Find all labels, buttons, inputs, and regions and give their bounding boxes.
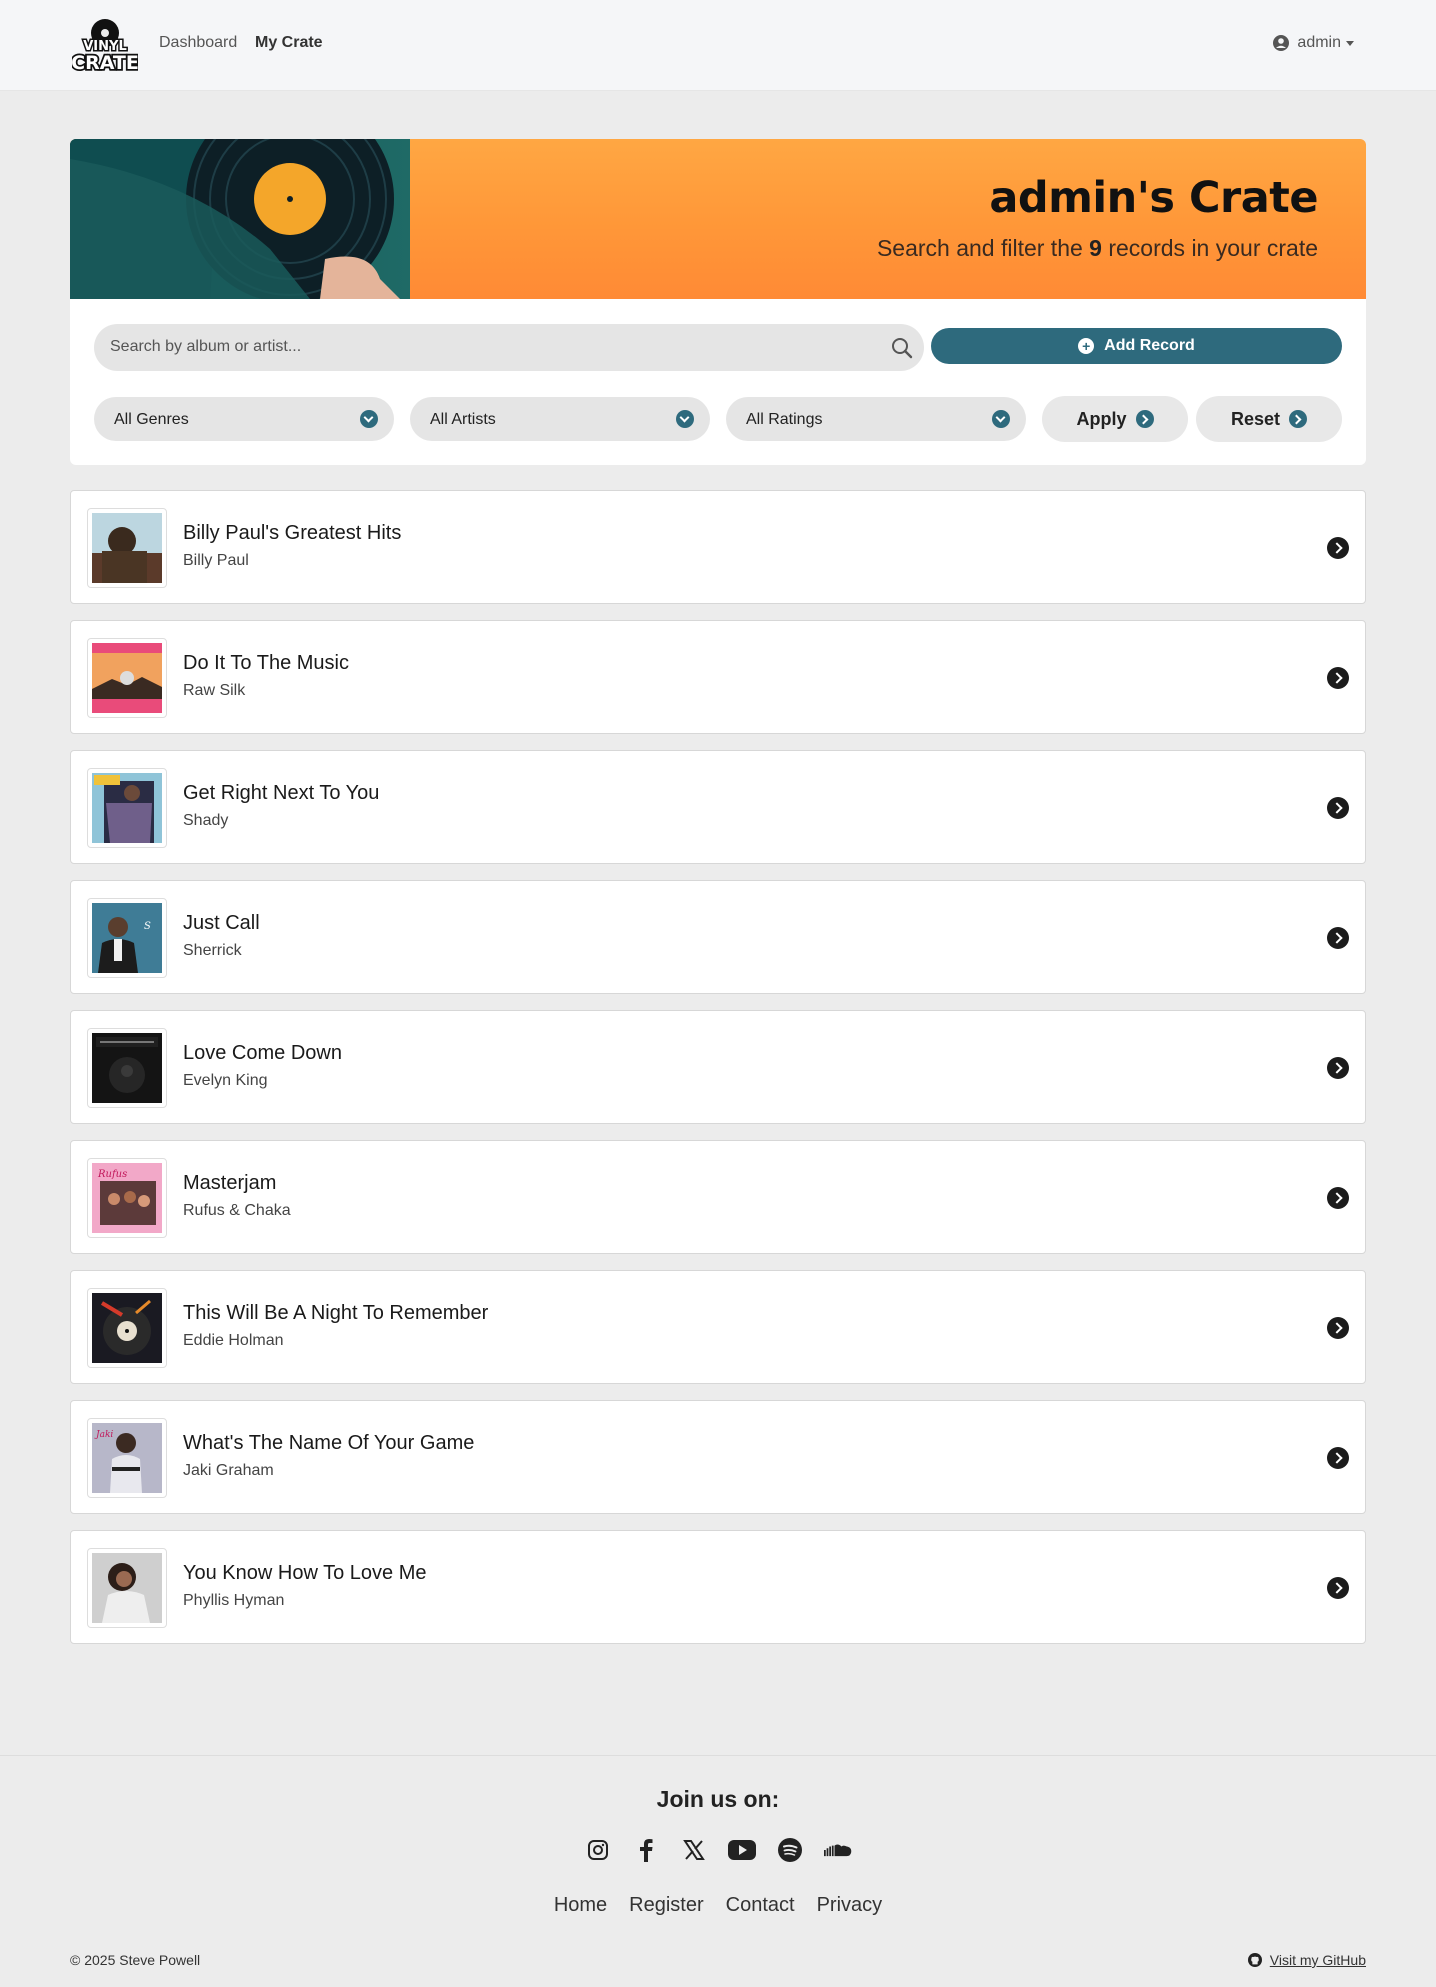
search-placeholder: Search by album or artist... bbox=[110, 338, 302, 355]
record-title[interactable]: Get Right Next To You bbox=[183, 782, 379, 805]
record-artist: Jaki Graham bbox=[183, 1462, 274, 1479]
record-card[interactable]: S Just Call Sherrick bbox=[70, 880, 1366, 994]
album-cover bbox=[87, 768, 167, 848]
record-card[interactable]: Jaki What's The Name Of Your Game Jaki G… bbox=[70, 1400, 1366, 1514]
hero-banner: admin's Crate Search and filter the 9 re… bbox=[70, 139, 1366, 299]
soundcloud-icon[interactable] bbox=[824, 1836, 852, 1864]
chevron-right-circle-icon[interactable] bbox=[1327, 537, 1349, 559]
footer-link-register[interactable]: Register bbox=[629, 1894, 703, 1917]
navbar: VINYL CRATE Dashboard My Crate admin bbox=[0, 0, 1436, 91]
chevron-right-circle-icon[interactable] bbox=[1327, 1057, 1349, 1079]
chevron-right-circle-icon[interactable] bbox=[1327, 1317, 1349, 1339]
record-artist: Phyllis Hyman bbox=[183, 1592, 285, 1609]
footer-link-contact[interactable]: Contact bbox=[726, 1894, 795, 1917]
nav-link-my-crate[interactable]: My Crate bbox=[255, 34, 323, 52]
album-cover: Rufus bbox=[87, 1158, 167, 1238]
x-icon[interactable] bbox=[680, 1836, 708, 1864]
record-card[interactable]: Love Come Down Evelyn King bbox=[70, 1010, 1366, 1124]
record-artist: Sherrick bbox=[183, 942, 242, 959]
record-artist: Shady bbox=[183, 812, 229, 829]
record-title[interactable]: Just Call bbox=[183, 912, 260, 935]
album-cover bbox=[87, 1548, 167, 1628]
add-record-button[interactable]: + Add Record bbox=[931, 328, 1342, 364]
record-artist: Raw Silk bbox=[183, 682, 246, 699]
record-card[interactable]: Get Right Next To You Shady bbox=[70, 750, 1366, 864]
chevron-right-circle-icon bbox=[1289, 410, 1308, 428]
record-count: 9 bbox=[1089, 235, 1102, 261]
record-title[interactable]: Love Come Down bbox=[183, 1042, 342, 1065]
chevron-right-circle-icon[interactable] bbox=[1327, 1447, 1349, 1469]
album-cover bbox=[87, 508, 167, 588]
record-card[interactable]: Do It To The Music Raw Silk bbox=[70, 620, 1366, 734]
footer-link-home[interactable]: Home bbox=[554, 1894, 607, 1917]
page-title: admin's Crate bbox=[989, 173, 1318, 223]
search-icon[interactable] bbox=[890, 336, 914, 360]
album-cover: S bbox=[87, 898, 167, 978]
record-title[interactable]: What's The Name Of Your Game bbox=[183, 1432, 474, 1455]
album-cover bbox=[87, 638, 167, 718]
album-cover bbox=[87, 1028, 167, 1108]
social-links bbox=[0, 1836, 1436, 1864]
chevron-right-circle-icon[interactable] bbox=[1327, 927, 1349, 949]
vinyl-crate-logo[interactable]: VINYL CRATE bbox=[69, 17, 141, 76]
svg-text:Rufus: Rufus bbox=[97, 1169, 127, 1180]
facebook-icon[interactable] bbox=[632, 1836, 660, 1864]
github-link[interactable]: Visit my GitHub bbox=[1247, 1952, 1366, 1968]
github-icon bbox=[1247, 1953, 1262, 1967]
footer-links: Home Register Contact Privacy bbox=[0, 1894, 1436, 1917]
record-title[interactable]: Masterjam bbox=[183, 1172, 276, 1195]
rating-select[interactable]: All Ratings bbox=[726, 397, 1026, 441]
plus-circle-icon: + bbox=[1078, 338, 1095, 354]
search-input[interactable]: Search by album or artist... bbox=[94, 324, 924, 371]
footer: Join us on: Home Register Contact Privac… bbox=[0, 1755, 1436, 1987]
record-artist: Rufus & Chaka bbox=[183, 1202, 291, 1219]
record-card[interactable]: Billy Paul's Greatest Hits Billy Paul bbox=[70, 490, 1366, 604]
chevron-right-circle-icon[interactable] bbox=[1327, 667, 1349, 689]
youtube-icon[interactable] bbox=[728, 1836, 756, 1864]
record-card[interactable]: This Will Be A Night To Remember Eddie H… bbox=[70, 1270, 1366, 1384]
record-artist: Evelyn King bbox=[183, 1072, 268, 1089]
user-menu-dropdown[interactable]: admin bbox=[1273, 34, 1354, 52]
chevron-down-icon bbox=[676, 410, 694, 428]
chevron-down-icon bbox=[992, 410, 1010, 428]
spotify-icon[interactable] bbox=[776, 1836, 804, 1864]
user-circle-icon bbox=[1273, 35, 1290, 51]
join-heading: Join us on: bbox=[656, 1786, 780, 1812]
apply-button[interactable]: Apply bbox=[1042, 396, 1188, 442]
chevron-down-icon bbox=[1346, 40, 1354, 46]
svg-text:S: S bbox=[144, 921, 151, 932]
chevron-right-circle-icon[interactable] bbox=[1327, 797, 1349, 819]
reset-button[interactable]: Reset bbox=[1196, 396, 1342, 442]
footer-link-privacy[interactable]: Privacy bbox=[817, 1894, 883, 1917]
record-card[interactable]: You Know How To Love Me Phyllis Hyman bbox=[70, 1530, 1366, 1644]
nav-link-dashboard[interactable]: Dashboard bbox=[159, 34, 237, 52]
album-cover bbox=[87, 1288, 167, 1368]
user-menu-label: admin bbox=[1297, 34, 1341, 51]
filter-panel: Search by album or artist... + Add Recor… bbox=[70, 299, 1366, 465]
chevron-right-circle-icon[interactable] bbox=[1327, 1577, 1349, 1599]
svg-text:Jaki: Jaki bbox=[94, 1430, 113, 1440]
logo-text-bottom: CRATE bbox=[72, 52, 138, 73]
chevron-right-circle-icon[interactable] bbox=[1327, 1187, 1349, 1209]
instagram-icon[interactable] bbox=[584, 1836, 612, 1864]
record-artist: Eddie Holman bbox=[183, 1332, 284, 1349]
page-subtitle: Search and filter the 9 records in your … bbox=[876, 235, 1318, 261]
hero-vinyl-image bbox=[70, 139, 410, 299]
chevron-right-circle-icon bbox=[1135, 410, 1154, 428]
genre-select[interactable]: All Genres bbox=[94, 397, 394, 441]
record-artist: Billy Paul bbox=[183, 552, 249, 569]
album-cover: Jaki bbox=[87, 1418, 167, 1498]
copyright: © 2025 Steve Powell bbox=[70, 1952, 201, 1968]
chevron-down-icon bbox=[360, 410, 378, 428]
record-title[interactable]: Do It To The Music bbox=[183, 652, 349, 675]
record-title[interactable]: Billy Paul's Greatest Hits bbox=[183, 522, 401, 545]
record-title[interactable]: You Know How To Love Me bbox=[183, 1562, 427, 1585]
record-card[interactable]: Rufus Masterjam Rufus & Chaka bbox=[70, 1140, 1366, 1254]
artist-select[interactable]: All Artists bbox=[410, 397, 710, 441]
record-title[interactable]: This Will Be A Night To Remember bbox=[183, 1302, 488, 1325]
